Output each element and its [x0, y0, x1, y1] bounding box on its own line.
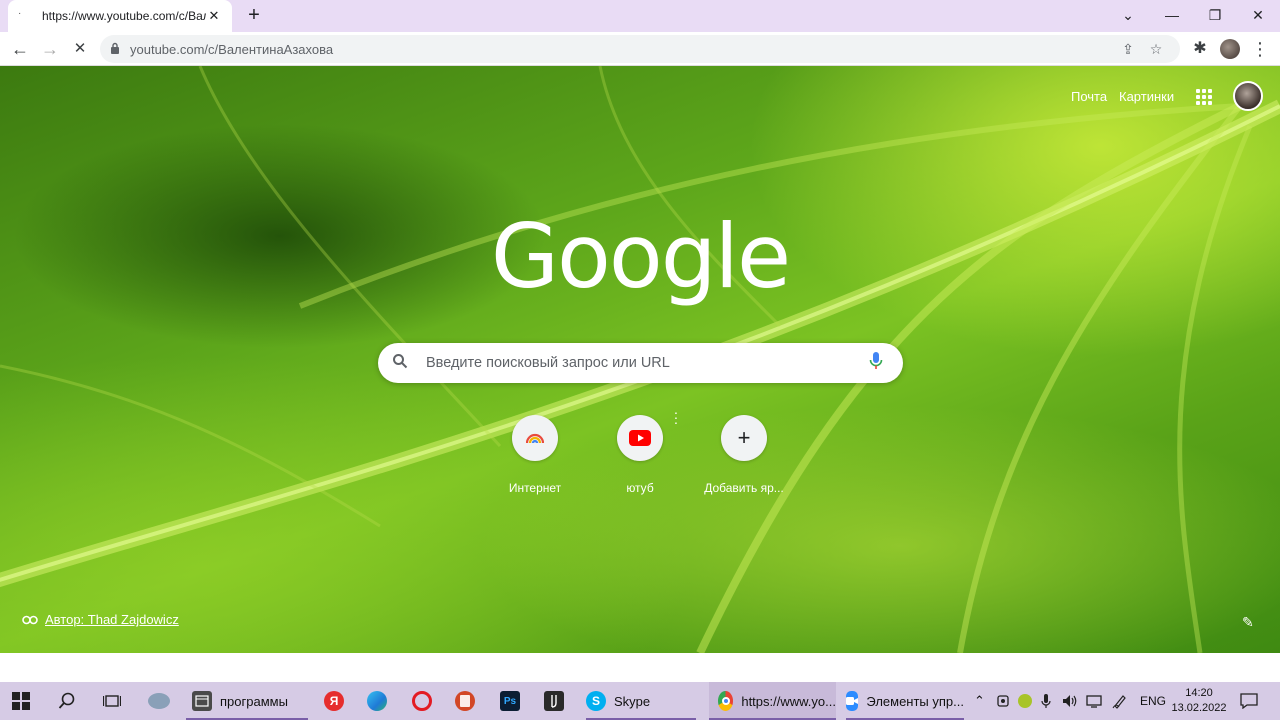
shortcut-internet[interactable]: Интернет [490, 415, 580, 495]
tab-title: https://www.youtube.com/c/Вал [42, 9, 206, 23]
shortcut-label: Добавить яр... [704, 481, 784, 495]
attribution-text[interactable]: Автор: Thad Zajdowicz [45, 612, 179, 627]
notifications-icon[interactable] [1240, 682, 1258, 720]
windows-taskbar: программы Я Ps S Skype https://www.yo... [0, 682, 1280, 720]
taskbar-label: Элементы упр... [866, 693, 964, 709]
plus-icon: + [721, 415, 767, 461]
edge-glyph [367, 691, 387, 711]
tray-microphone-icon[interactable] [1041, 682, 1051, 720]
tab-strip: · https://www.youtube.com/c/Вал ✕ + ⌄ — … [0, 0, 1280, 32]
browser-tab[interactable]: · https://www.youtube.com/c/Вал ✕ [8, 0, 232, 32]
chrome-icon [718, 691, 734, 711]
search-taskbar-icon[interactable] [58, 682, 76, 720]
task-view-icon[interactable] [103, 682, 121, 720]
opera-browser-icon[interactable] [412, 682, 432, 720]
tray-network-icon[interactable] [1086, 682, 1102, 720]
forward-arrow-icon[interactable]: → [38, 37, 62, 61]
app-icon-cloud[interactable] [148, 682, 170, 720]
app-icon-stylus[interactable] [544, 682, 564, 720]
share-icon[interactable]: ⇪ [1114, 41, 1142, 58]
account-avatar[interactable] [1233, 81, 1263, 111]
skype-icon: S [586, 691, 606, 711]
gmail-link[interactable]: Почта [1071, 89, 1107, 104]
images-link[interactable]: Картинки [1119, 89, 1174, 104]
new-tab-page: Почта Картинки Google Введите поисковый … [0, 66, 1280, 653]
lock-icon[interactable] [110, 42, 120, 57]
taskbar-label: Skype [614, 693, 651, 709]
photoshop-icon[interactable]: Ps [500, 682, 520, 720]
folder-window-icon [192, 691, 212, 711]
youtube-icon [617, 415, 663, 461]
search-box[interactable]: Введите поисковый запрос или URL [378, 343, 903, 383]
chrome-menu-icon[interactable]: ⋮ [1248, 37, 1272, 61]
opera-glyph [412, 691, 432, 711]
tray-volume-icon[interactable] [1062, 682, 1078, 720]
new-tab-button[interactable]: + [244, 5, 264, 26]
address-bar[interactable]: youtube.com/c/ВалентинаАзахова ⇪ ☆ [100, 35, 1180, 63]
clock-time: 14:20 [1185, 687, 1213, 699]
yandex-browser-icon[interactable]: Я [324, 682, 344, 720]
back-arrow-icon[interactable]: ← [8, 37, 32, 61]
rainbow-icon [512, 415, 558, 461]
clock-date: 13.02.2022 [1171, 702, 1227, 714]
profile-avatar[interactable] [1220, 39, 1240, 59]
stylus-app-icon [544, 691, 564, 711]
language-indicator[interactable]: ENG [1140, 682, 1166, 720]
taskbar-item-skype[interactable]: S Skype [586, 682, 696, 720]
edge-browser-icon[interactable] [367, 682, 387, 720]
yandex-glyph: Я [324, 691, 344, 711]
tray-app-icon[interactable] [1018, 682, 1032, 720]
zoom-camera-icon [846, 691, 859, 711]
tray-pen-icon[interactable] [1112, 682, 1128, 720]
browser-toolbar: ← → ✕ youtube.com/c/ВалентинаАзахова ⇪ ☆… [0, 32, 1280, 66]
taskbar-item-programs[interactable]: программы [186, 682, 308, 720]
link-icon [22, 615, 38, 625]
background-attribution-link[interactable]: Автор: Thad Zajdowicz [22, 612, 179, 627]
start-button[interactable] [12, 682, 30, 720]
cloud-icon [148, 693, 170, 709]
customize-pencil-icon[interactable]: ✎ [1242, 614, 1254, 631]
shortcut-label: Интернет [508, 481, 562, 495]
photoshop-glyph: Ps [500, 691, 520, 711]
shortcut-youtube[interactable]: ютуб [595, 415, 685, 495]
powerpoint-icon[interactable] [455, 682, 475, 720]
shortcut-more-icon[interactable]: · · · [673, 405, 679, 429]
extensions-puzzle-icon[interactable]: ✱ [1188, 37, 1212, 61]
clock[interactable]: 14:20 13.02.2022 [1170, 686, 1228, 716]
search-icon [392, 353, 416, 374]
search-input[interactable]: Введите поисковый запрос или URL [426, 355, 869, 371]
close-window-button[interactable]: ✕ [1238, 4, 1278, 26]
google-apps-grid-icon[interactable] [1195, 88, 1213, 106]
taskbar-label: программы [220, 693, 288, 709]
maximize-button[interactable]: ❐ [1195, 4, 1235, 26]
microphone-icon[interactable] [869, 351, 889, 376]
powerpoint-glyph [455, 691, 475, 711]
taskbar-item-zoom[interactable]: Элементы упр... [846, 682, 964, 720]
plus-glyph: + [737, 425, 751, 450]
tray-overflow-chevron-icon[interactable]: ⌃ [974, 682, 985, 720]
loading-favicon-icon: · [18, 8, 22, 19]
taskbar-item-chrome[interactable]: https://www.yo... [709, 682, 836, 720]
add-shortcut[interactable]: + Добавить яр... [699, 415, 789, 495]
tab-search-chevron-icon[interactable]: ⌄ [1108, 4, 1148, 26]
taskbar-label: https://www.yo... [741, 693, 836, 709]
tray-meet-icon[interactable] [996, 682, 1010, 720]
minimize-button[interactable]: — [1152, 4, 1192, 26]
bookmark-star-icon[interactable]: ☆ [1142, 41, 1170, 58]
google-logo: Google [490, 205, 791, 308]
shortcut-label: ютуб [626, 481, 654, 495]
tab-close-icon[interactable]: ✕ [206, 8, 222, 24]
stop-loading-icon[interactable]: ✕ [68, 37, 92, 61]
url-text[interactable]: youtube.com/c/ВалентинаАзахова [130, 42, 1114, 57]
windows-logo-icon [12, 692, 30, 710]
